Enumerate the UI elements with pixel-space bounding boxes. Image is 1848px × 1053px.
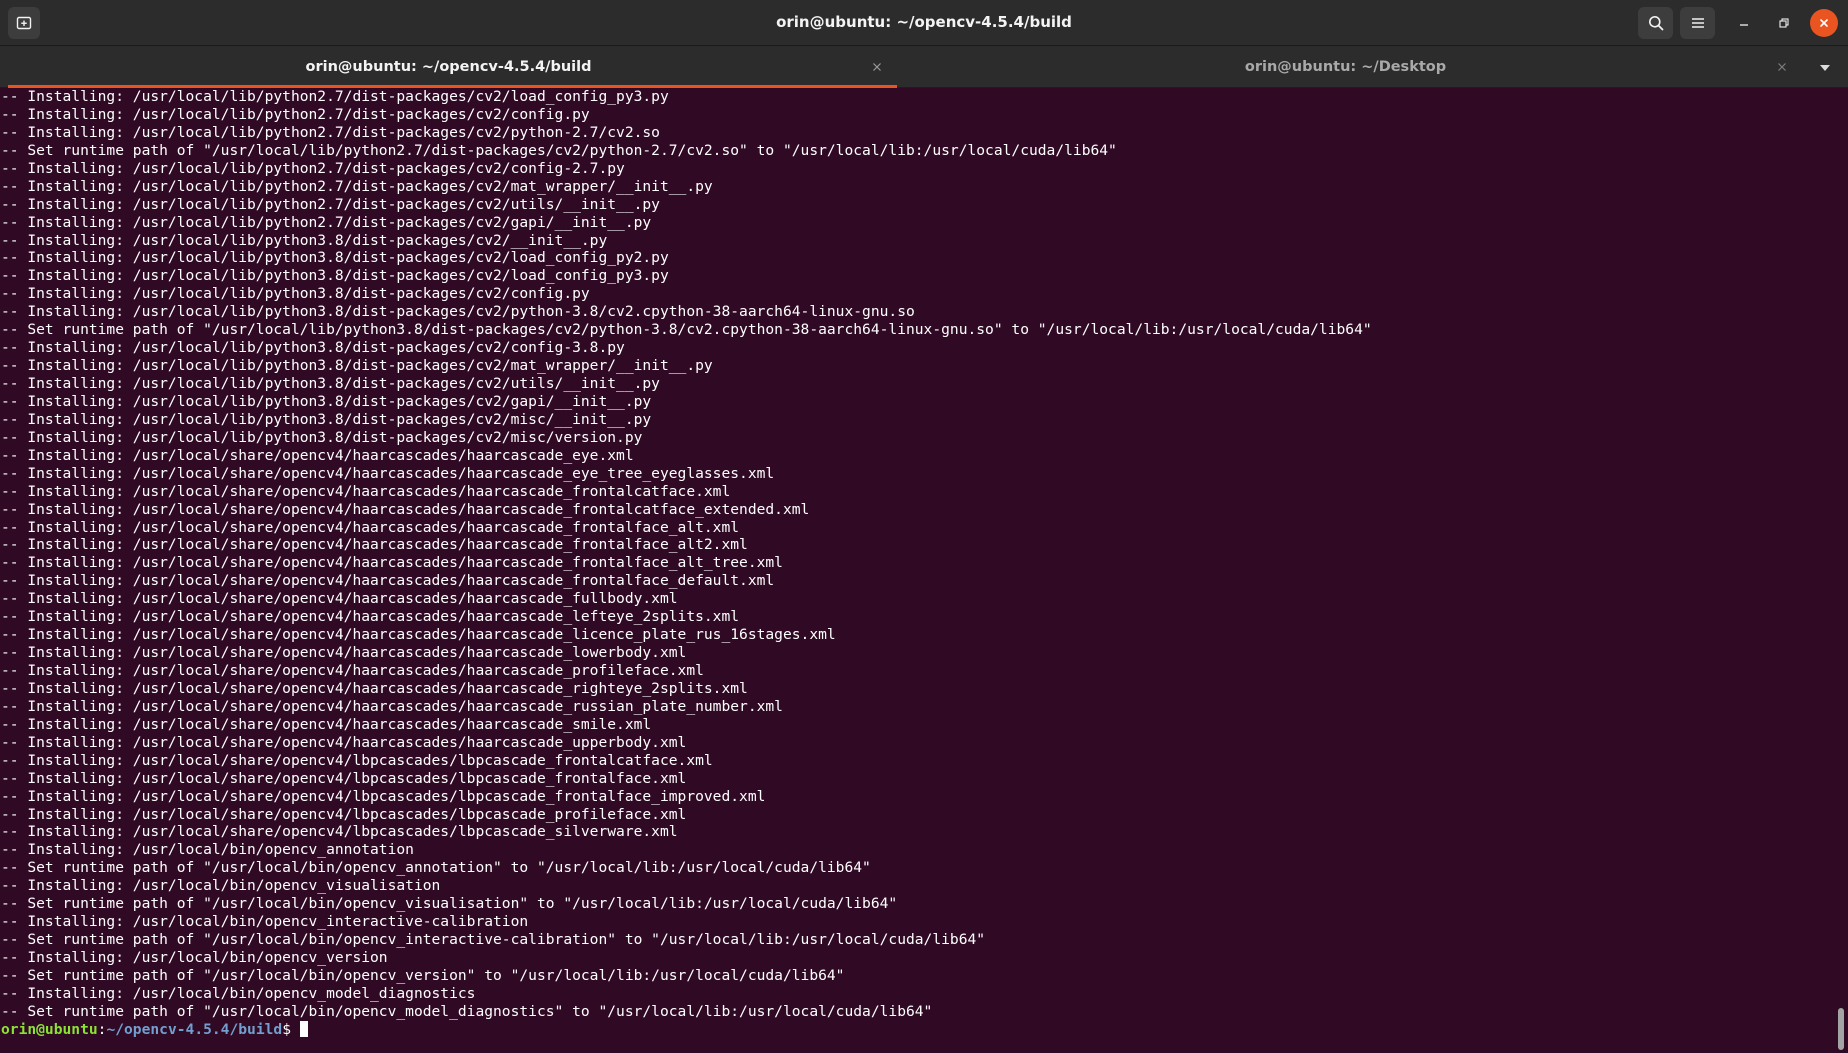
terminal-line: -- Installing: /usr/local/share/opencv4/… xyxy=(1,500,810,518)
close-window-button[interactable] xyxy=(1810,9,1838,37)
terminal-line: -- Set runtime path of "/usr/local/lib/p… xyxy=(1,321,1372,339)
prompt-symbol: $ xyxy=(282,1020,300,1038)
terminal-line: -- Installing: /usr/local/share/opencv4/… xyxy=(1,733,687,751)
terminal-line: -- Set runtime path of "/usr/local/bin/o… xyxy=(1,1002,933,1020)
terminal-line: -- Installing: /usr/local/lib/python2.7/… xyxy=(1,88,669,105)
scrollbar[interactable] xyxy=(1838,1008,1844,1050)
terminal-line: -- Installing: /usr/local/lib/python3.8/… xyxy=(1,267,669,285)
tab-label: orin@ubuntu: ~/Desktop xyxy=(1244,59,1447,75)
terminal-line: -- Installing: /usr/local/bin/opencv_vis… xyxy=(1,877,441,895)
terminal-line: -- Installing: /usr/local/share/opencv4/… xyxy=(1,446,634,464)
window-title: orin@ubuntu: ~/opencv-4.5.4/build xyxy=(776,13,1072,31)
tabs-dropdown-button[interactable] xyxy=(1814,58,1836,78)
terminal-line: -- Installing: /usr/local/share/opencv4/… xyxy=(1,751,713,769)
terminal-line: -- Installing: /usr/local/bin/opencv_int… xyxy=(1,913,529,931)
maximize-icon xyxy=(1779,18,1789,28)
terminal-line: -- Installing: /usr/local/lib/python2.7/… xyxy=(1,159,625,177)
tab-opencv-build[interactable]: orin@ubuntu: ~/opencv-4.5.4/build xyxy=(0,46,897,88)
terminal-line: -- Installing: /usr/local/share/opencv4/… xyxy=(1,572,775,590)
terminal-line: -- Installing: /usr/local/lib/python2.7/… xyxy=(1,195,660,213)
minimize-icon xyxy=(1740,24,1748,26)
terminal-line: -- Installing: /usr/local/share/opencv4/… xyxy=(1,769,687,787)
terminal-line: -- Set runtime path of "/usr/local/bin/o… xyxy=(1,931,986,949)
terminal-line: -- Installing: /usr/local/lib/python3.8/… xyxy=(1,303,915,321)
terminal-line: -- Set runtime path of "/usr/local/bin/o… xyxy=(1,895,898,913)
chevron-down-icon xyxy=(1820,65,1830,71)
text-cursor xyxy=(299,1020,308,1037)
terminal-line: -- Set runtime path of "/usr/local/bin/o… xyxy=(1,966,845,984)
shell-prompt[interactable]: orin@ubuntu:~/opencv-4.5.4/build$ xyxy=(1,1020,1830,1039)
prompt-path: ~/opencv-4.5.4/build xyxy=(106,1020,283,1038)
terminal-line: -- Installing: /usr/local/share/opencv4/… xyxy=(1,608,740,626)
close-icon xyxy=(1820,19,1828,27)
prompt-user-host: orin@ubuntu xyxy=(1,1020,98,1038)
terminal-line: -- Installing: /usr/local/share/opencv4/… xyxy=(1,554,783,572)
terminal-line: -- Installing: /usr/local/lib/python2.7/… xyxy=(1,123,660,141)
terminal-window: orin@ubuntu: ~/opencv-4.5.4/build orin@u… xyxy=(0,0,1848,1053)
tab-label: orin@ubuntu: ~/opencv-4.5.4/build xyxy=(305,59,592,75)
search-button[interactable] xyxy=(1638,7,1673,39)
hamburger-menu-icon xyxy=(1691,18,1704,28)
terminal-line: -- Installing: /usr/local/share/opencv4/… xyxy=(1,590,678,608)
terminal-line: -- Installing: /usr/local/lib/python3.8/… xyxy=(1,410,652,428)
terminal-line: -- Set runtime path of "/usr/local/lib/p… xyxy=(1,141,1117,159)
terminal-line: -- Installing: /usr/local/lib/python3.8/… xyxy=(1,357,713,375)
terminal-line: -- Installing: /usr/local/share/opencv4/… xyxy=(1,805,687,823)
maximize-button[interactable] xyxy=(1770,9,1798,37)
terminal-line: -- Installing: /usr/local/share/opencv4/… xyxy=(1,662,704,679)
terminal-line: -- Installing: /usr/local/share/opencv4/… xyxy=(1,787,766,805)
terminal-line: -- Installing: /usr/local/lib/python3.8/… xyxy=(1,339,625,357)
terminal-line: -- Installing: /usr/local/share/opencv4/… xyxy=(1,823,678,841)
tab-close-button[interactable] xyxy=(868,58,886,76)
terminal-line: -- Installing: /usr/local/share/opencv4/… xyxy=(1,644,687,662)
main-menu-button[interactable] xyxy=(1680,7,1715,39)
terminal-line: -- Installing: /usr/local/lib/python3.8/… xyxy=(1,231,608,249)
terminal-line: -- Installing: /usr/local/share/opencv4/… xyxy=(1,464,775,482)
terminal-line: -- Installing: /usr/local/lib/python2.7/… xyxy=(1,105,590,123)
terminal-line: -- Installing: /usr/local/share/opencv4/… xyxy=(1,536,748,554)
terminal-line: -- Installing: /usr/local/lib/python3.8/… xyxy=(1,392,652,410)
terminal-line: -- Installing: /usr/local/share/opencv4/… xyxy=(1,482,731,500)
terminal-line: -- Set runtime path of "/usr/local/bin/o… xyxy=(1,859,871,877)
terminal-line: -- Installing: /usr/local/lib/python3.8/… xyxy=(1,375,660,392)
terminal-line: -- Installing: /usr/local/lib/python3.8/… xyxy=(1,285,590,303)
terminal-output[interactable]: -- Installing: /usr/local/lib/python2.7/… xyxy=(0,88,1830,1053)
terminal-line: -- Installing: /usr/local/lib/python3.8/… xyxy=(1,428,643,446)
terminal-line: -- Installing: /usr/local/share/opencv4/… xyxy=(1,715,652,733)
terminal-line: -- Installing: /usr/local/share/opencv4/… xyxy=(1,697,783,715)
terminal-line: -- Installing: /usr/local/lib/python2.7/… xyxy=(1,213,652,231)
tab-close-button[interactable] xyxy=(1773,58,1791,76)
terminal-line: -- Installing: /usr/local/lib/python3.8/… xyxy=(1,249,669,267)
minimize-button[interactable] xyxy=(1730,9,1758,37)
terminal-line: -- Installing: /usr/local/lib/python2.7/… xyxy=(1,177,713,195)
terminal-line: -- Installing: /usr/local/bin/opencv_ver… xyxy=(1,949,388,966)
terminal-line: -- Installing: /usr/local/bin/opencv_mod… xyxy=(1,984,476,1002)
close-icon xyxy=(873,63,881,71)
close-icon xyxy=(1778,63,1786,71)
header-bar: orin@ubuntu: ~/opencv-4.5.4/build xyxy=(0,0,1848,46)
tab-bar: orin@ubuntu: ~/opencv-4.5.4/build orin@u… xyxy=(0,46,1848,88)
terminal-line: -- Installing: /usr/local/share/opencv4/… xyxy=(1,518,740,536)
terminal-line: -- Installing: /usr/local/bin/opencv_ann… xyxy=(1,841,414,859)
terminal-line: -- Installing: /usr/local/share/opencv4/… xyxy=(1,679,748,697)
terminal-line: -- Installing: /usr/local/share/opencv4/… xyxy=(1,626,836,644)
tab-desktop[interactable]: orin@ubuntu: ~/Desktop xyxy=(897,46,1794,88)
search-icon xyxy=(1648,16,1663,31)
